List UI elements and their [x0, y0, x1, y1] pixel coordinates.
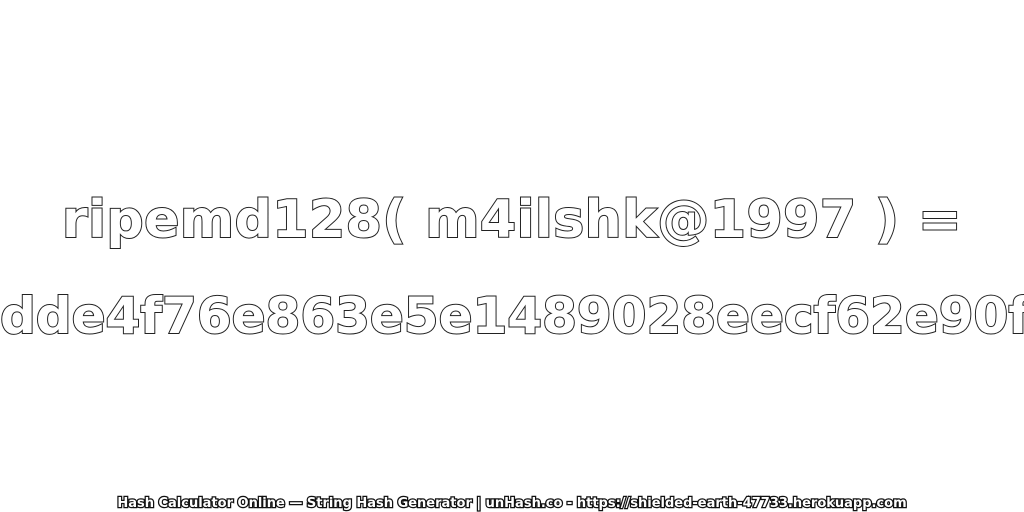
page: ripemd128( m4ilshk@1997 ) = dde4f76e863e… — [0, 0, 1024, 512]
hash-expression: ripemd128( m4ilshk@1997 ) = — [61, 189, 963, 251]
hash-result: dde4f76e863e5e1489028eecf62e90f3 — [0, 286, 1024, 346]
footer-credit: Hash Calculator Online — String Hash Gen… — [116, 495, 908, 512]
